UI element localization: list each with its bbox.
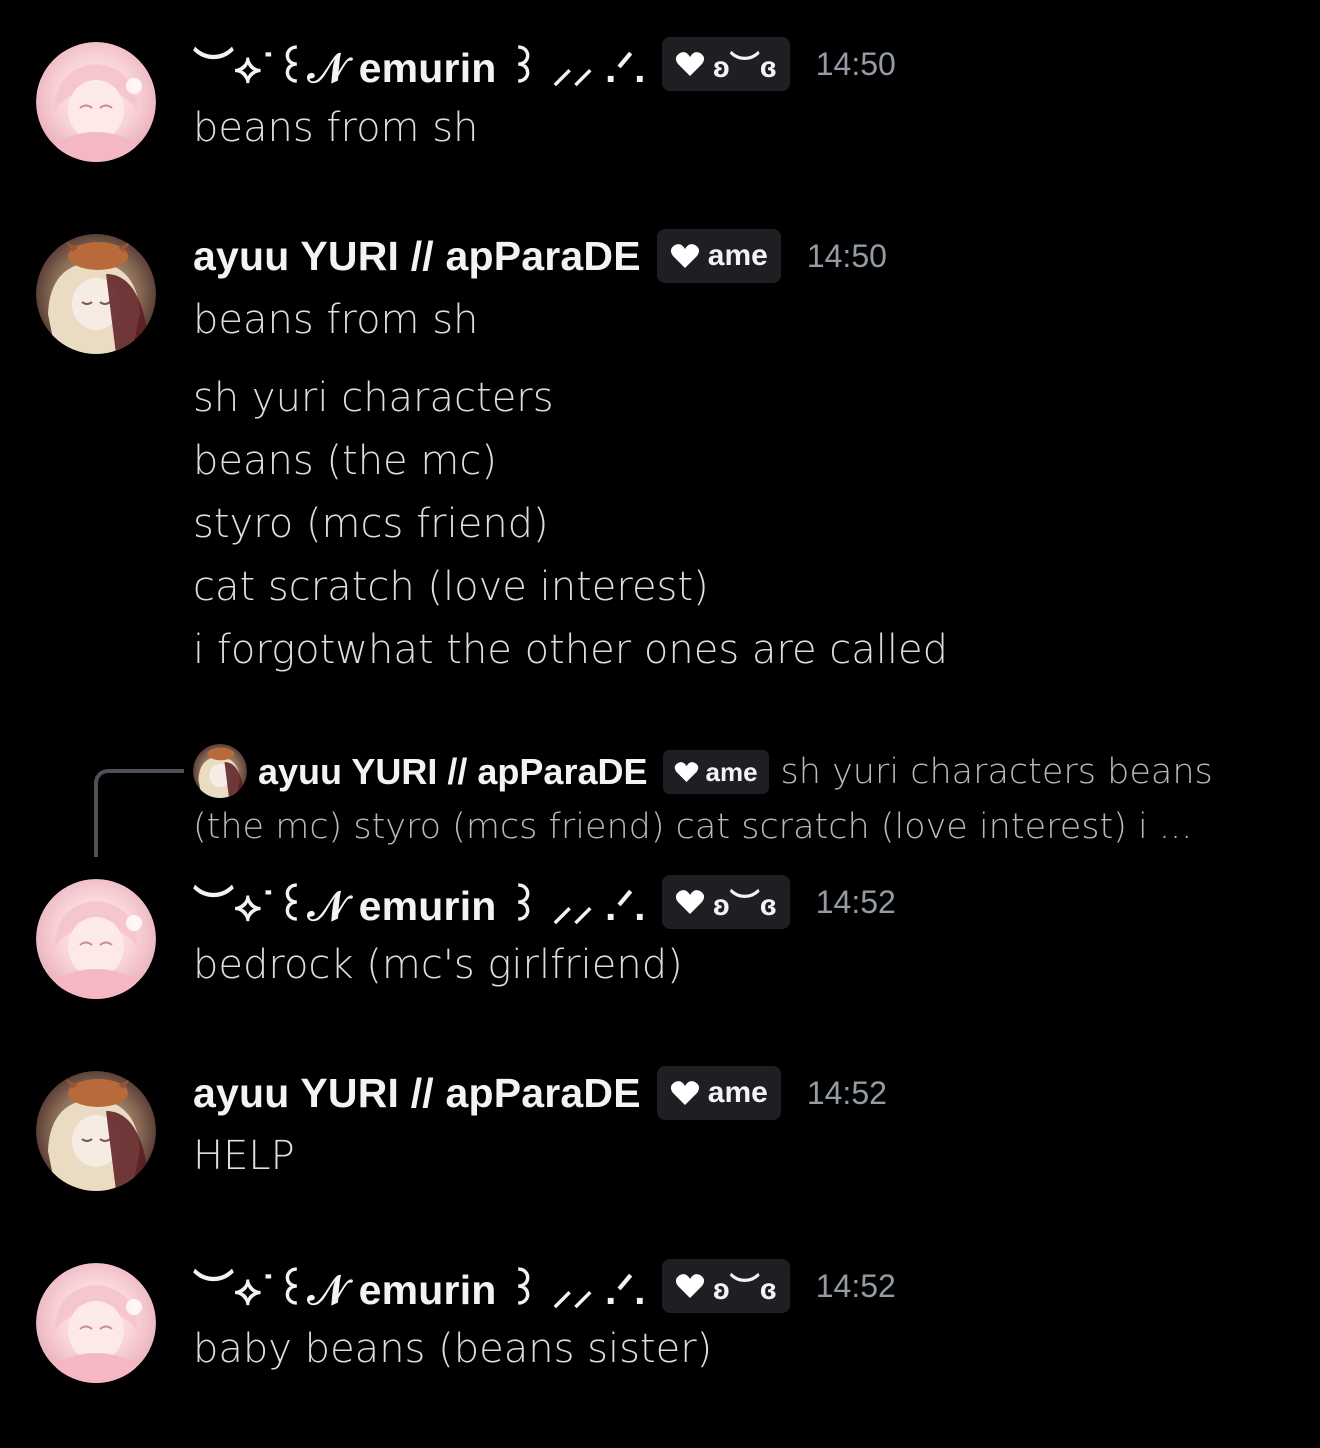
- server-tag-label: ame: [707, 239, 768, 272]
- avatar[interactable]: [36, 42, 156, 162]
- heart-icon: [670, 1081, 699, 1105]
- message-text: HELP: [193, 1133, 295, 1179]
- message-text: i forgotwhat the other ones are called: [193, 627, 949, 673]
- server-tag[interactable]: ame: [656, 229, 781, 283]
- timestamp: 14:50: [806, 237, 887, 274]
- message-text: beans (the mc): [193, 438, 497, 484]
- server-tag-label: ʚ︶ɞ: [712, 51, 777, 84]
- timestamp: 14:52: [806, 1074, 887, 1111]
- server-tag[interactable]: ʚ︶ɞ: [661, 37, 790, 91]
- message-text: baby beans (beans sister): [193, 1326, 713, 1372]
- reply-preview-text[interactable]: sh yuri characters beans: [781, 752, 1213, 792]
- message-text: styro (mcs friend): [193, 501, 549, 547]
- author-name[interactable]: ︶⟡˙꒰𝒩 emurin ꒱ ⸝⸝ .ᐟ.: [193, 1256, 646, 1317]
- reply-avatar[interactable]: [193, 744, 247, 798]
- reply-spine: [94, 769, 184, 857]
- message-text: bedrock (mc's girlfriend): [193, 942, 683, 988]
- reply-author-name[interactable]: ayuu YURI // apParaDE: [258, 751, 647, 793]
- heart-icon: [675, 762, 699, 782]
- timestamp: 14:52: [815, 883, 896, 920]
- author-name[interactable]: ayuu YURI // apParaDE: [193, 1070, 641, 1117]
- avatar[interactable]: [36, 1263, 156, 1383]
- message-text: cat scratch (love interest): [193, 564, 709, 610]
- timestamp: 14:52: [815, 1267, 896, 1304]
- author-name[interactable]: ︶⟡˙꒰𝒩 emurin ꒱ ⸝⸝ .ᐟ.: [193, 34, 646, 95]
- message-text: beans from sh: [193, 297, 479, 343]
- server-tag[interactable]: ame: [656, 1066, 781, 1120]
- message-text: beans from sh: [193, 105, 479, 151]
- message-text: sh yuri characters: [193, 375, 554, 421]
- avatar[interactable]: [36, 1071, 156, 1191]
- author-name[interactable]: ︶⟡˙꒰𝒩 emurin ꒱ ⸝⸝ .ᐟ.: [193, 872, 646, 933]
- reply-preview-continued[interactable]: (the mc) styro (mcs friend) cat scratch …: [193, 800, 1192, 854]
- server-tag-label: ʚ︶ɞ: [712, 889, 777, 922]
- heart-icon: [675, 890, 704, 914]
- author-name[interactable]: ayuu YURI // apParaDE: [193, 233, 641, 280]
- heart-icon: [675, 1274, 704, 1298]
- avatar[interactable]: [36, 879, 156, 999]
- server-tag[interactable]: ʚ︶ɞ: [661, 875, 790, 929]
- avatar[interactable]: [36, 234, 156, 354]
- heart-icon: [670, 244, 699, 268]
- reply-header[interactable]: ayuu YURI // apParaDE ame sh yuri charac…: [258, 744, 1213, 800]
- server-tag[interactable]: ʚ︶ɞ: [661, 1259, 790, 1313]
- server-tag-label: ame: [707, 1076, 768, 1109]
- timestamp: 14:50: [815, 45, 896, 82]
- reply-server-tag-label: ame: [705, 756, 758, 787]
- heart-icon: [675, 52, 704, 76]
- reply-server-tag: ame: [663, 750, 769, 794]
- server-tag-label: ʚ︶ɞ: [712, 1273, 777, 1306]
